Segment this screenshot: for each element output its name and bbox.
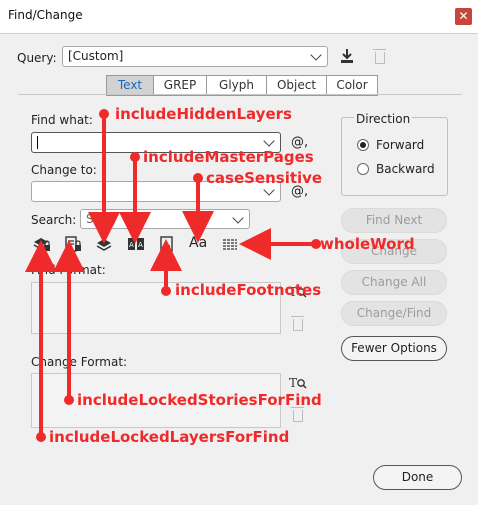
query-value: [Custom] bbox=[68, 49, 124, 63]
change-format-label: Change Format: bbox=[31, 355, 128, 369]
direction-label: Direction bbox=[354, 112, 413, 126]
specify-change-format-icon[interactable]: T bbox=[289, 374, 307, 392]
master-pages-icon[interactable]: AA bbox=[127, 235, 145, 253]
find-what-label: Find what: bbox=[31, 113, 93, 127]
panel-border bbox=[18, 94, 462, 95]
annotation-include-hidden-layers: includeHiddenLayers bbox=[115, 105, 292, 123]
forward-label: Forward bbox=[376, 138, 425, 152]
window-title: Find/Change bbox=[8, 8, 83, 22]
tab-glyph[interactable]: Glyph bbox=[207, 76, 267, 95]
locked-stories-icon[interactable] bbox=[64, 235, 82, 253]
svg-text:T: T bbox=[289, 376, 297, 390]
search-label: Search: bbox=[31, 213, 77, 227]
tab-object[interactable]: Object bbox=[267, 76, 327, 95]
radio-backward[interactable] bbox=[357, 163, 369, 175]
close-icon[interactable]: ✕ bbox=[455, 8, 472, 25]
radio-forward[interactable] bbox=[357, 139, 369, 151]
locked-layers-icon[interactable] bbox=[33, 235, 51, 253]
text-cursor bbox=[37, 136, 38, 149]
change-all-button[interactable]: Change All bbox=[341, 270, 447, 295]
tab-grep[interactable]: GREP bbox=[154, 76, 207, 95]
save-query-icon[interactable] bbox=[338, 47, 356, 65]
case-sensitive-icon[interactable]: Aa bbox=[189, 235, 207, 251]
chevron-down-icon bbox=[232, 212, 244, 224]
query-label: Query: bbox=[17, 51, 57, 65]
annotation-case-sensitive: caseSensitive bbox=[206, 169, 323, 187]
done-button[interactable]: Done bbox=[373, 465, 462, 490]
annotation-include-master-pages: includeMasterPages bbox=[143, 148, 314, 166]
tab-color[interactable]: Color bbox=[327, 76, 377, 95]
svg-text:A: A bbox=[138, 241, 143, 249]
annotation-include-footnotes: includeFootnotes bbox=[175, 281, 322, 299]
change-to-label: Change to: bbox=[31, 163, 97, 177]
tab-bar: Text GREP Glyph Object Color bbox=[106, 75, 378, 96]
svg-text:A: A bbox=[129, 241, 134, 249]
whole-word-icon[interactable] bbox=[221, 235, 239, 253]
annotation-include-locked-layers: includeLockedLayersForFind bbox=[49, 428, 290, 446]
find-next-button[interactable]: Find Next bbox=[341, 208, 447, 233]
chevron-down-icon bbox=[310, 49, 322, 61]
query-select[interactable]: [Custom] bbox=[62, 46, 328, 67]
find-format-label: Find Format: bbox=[31, 263, 106, 277]
direction-group bbox=[341, 117, 448, 196]
fewer-options-button[interactable]: Fewer Options bbox=[341, 336, 447, 361]
clear-change-format-icon[interactable] bbox=[291, 407, 304, 422]
annotation-include-locked-stories: includeLockedStoriesForFind bbox=[77, 391, 322, 409]
annotation-whole-word: wholeWord bbox=[320, 235, 415, 253]
search-value: Story bbox=[86, 212, 118, 226]
footnotes-icon[interactable] bbox=[158, 235, 176, 253]
change-find-button[interactable]: Change/Find bbox=[341, 301, 447, 326]
clear-find-format-icon[interactable] bbox=[291, 316, 304, 331]
delete-query-icon[interactable] bbox=[373, 49, 386, 64]
tab-text[interactable]: Text bbox=[107, 76, 154, 95]
hidden-layers-icon[interactable] bbox=[95, 235, 113, 253]
title-bar: Find/Change ✕ bbox=[0, 0, 478, 34]
search-select[interactable]: Story bbox=[80, 209, 250, 229]
chevron-down-icon[interactable] bbox=[263, 135, 275, 147]
backward-label: Backward bbox=[376, 162, 435, 176]
